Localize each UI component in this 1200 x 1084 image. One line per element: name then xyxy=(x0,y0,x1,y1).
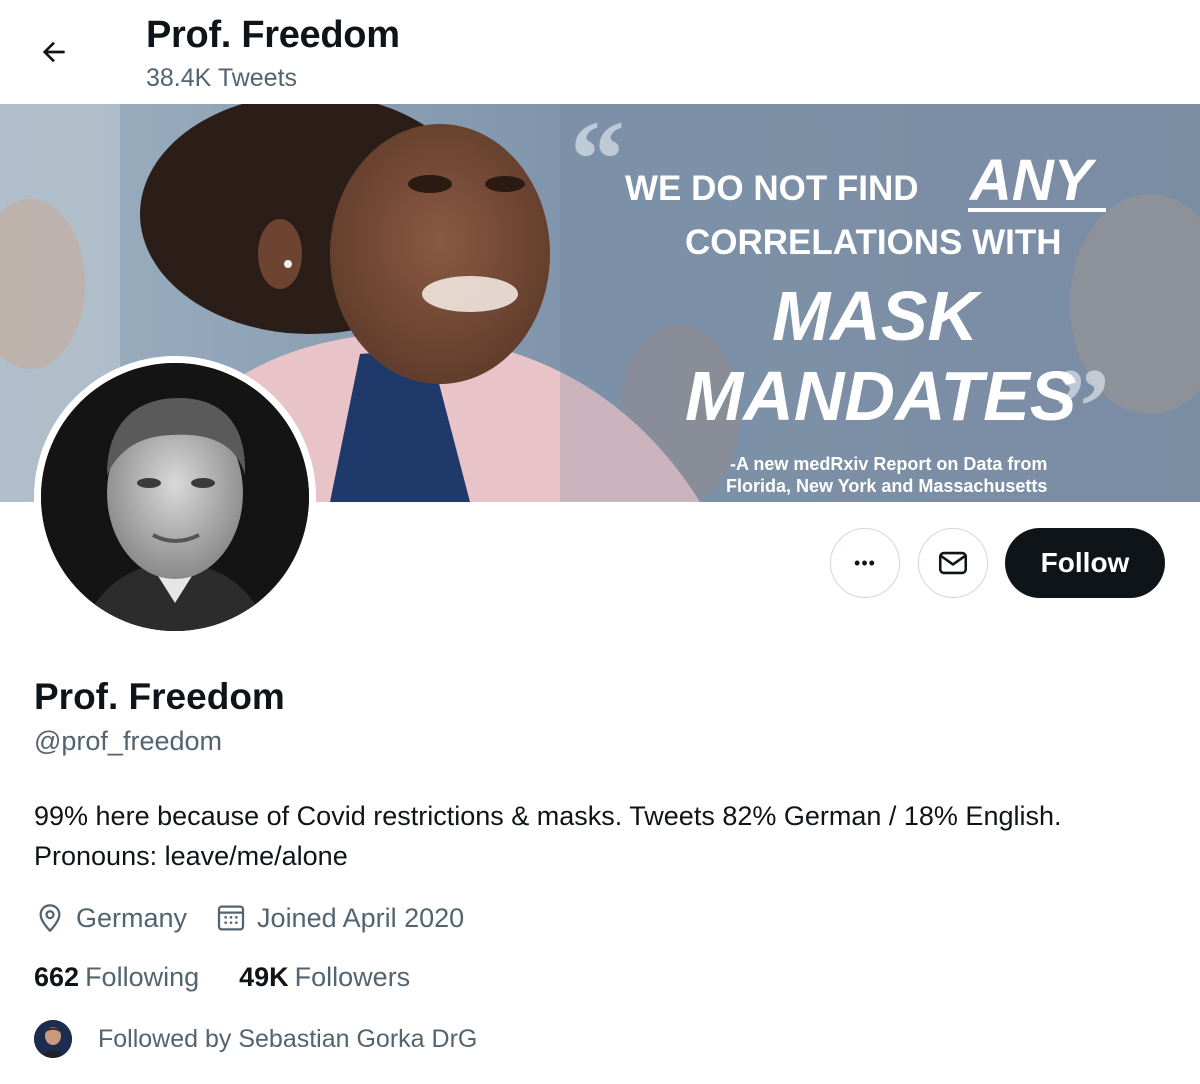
bio-line-2: Pronouns: leave/me/alone xyxy=(34,841,348,871)
joined-text: Joined April 2020 xyxy=(257,902,465,933)
banner-quote-line4: MANDATES xyxy=(685,357,1076,435)
location-pin-icon xyxy=(39,904,61,933)
followers-label: Followers xyxy=(294,962,411,992)
bio-line-1: 99% here because of Covid restrictions &… xyxy=(34,801,1062,831)
banner-quote-line2: CORRELATIONS WITH xyxy=(685,223,1062,262)
following-label: Following xyxy=(85,962,200,992)
profile-stats: 662 Following 49K Followers xyxy=(34,962,450,993)
avatar-image xyxy=(41,363,309,631)
followers-count: 49K xyxy=(239,962,289,992)
following-link[interactable]: 662 Following xyxy=(34,962,199,993)
location-text: Germany xyxy=(76,902,188,933)
banner-quote-emphasis: ANY xyxy=(968,148,1098,213)
profile-joined: Joined April 2020 xyxy=(215,902,464,934)
follow-button[interactable]: Follow xyxy=(1005,528,1165,598)
svg-text:“: “ xyxy=(570,104,625,220)
banner-caption-line1: -A new medRxiv Report on Data from xyxy=(730,454,1047,474)
banner-caption-line2: Florida, New York and Massachusetts xyxy=(726,476,1047,496)
back-button[interactable] xyxy=(28,30,80,74)
envelope-icon xyxy=(938,551,968,575)
header-tweet-count: 38.4K Tweets xyxy=(146,64,298,92)
profile-header: Prof. Freedom 38.4K Tweets xyxy=(0,0,1200,104)
follower-avatar xyxy=(34,1020,72,1058)
profile-bio: 99% here because of Covid restrictions &… xyxy=(34,796,1184,876)
followers-link[interactable]: 49K Followers xyxy=(239,962,410,993)
more-button[interactable]: ••• xyxy=(830,528,900,598)
message-button[interactable] xyxy=(918,528,988,598)
profile-handle: @prof_freedom xyxy=(34,726,222,756)
banner-quote-line3: MASK xyxy=(772,277,983,355)
following-count: 662 xyxy=(34,962,80,992)
calendar-icon xyxy=(217,905,245,931)
profile-meta: Germany Joined April 2020 xyxy=(34,898,492,938)
header-title: Prof. Freedom xyxy=(146,14,400,56)
followed-by-text: Followed by Sebastian Gorka DrG xyxy=(98,1024,478,1053)
banner-quote-line1: WE DO NOT FIND xyxy=(625,169,919,208)
followed-by-link[interactable]: Followed by Sebastian Gorka DrG xyxy=(34,1020,477,1058)
more-icon: ••• xyxy=(854,552,876,573)
profile-avatar[interactable] xyxy=(34,356,316,638)
profile-location: Germany xyxy=(34,902,187,934)
arrow-left-icon xyxy=(42,41,65,63)
profile-name: Prof. Freedom xyxy=(34,676,285,717)
